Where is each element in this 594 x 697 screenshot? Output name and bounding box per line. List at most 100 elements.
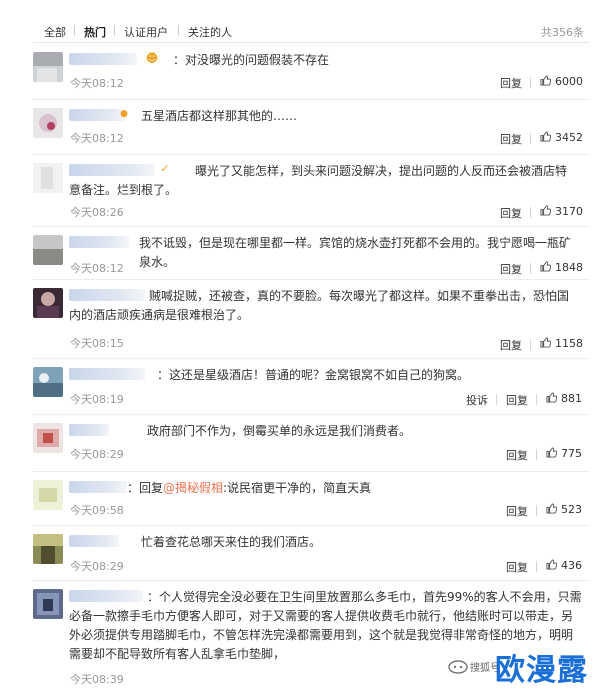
- like-count: 881: [561, 392, 582, 405]
- comment-text: ：回复@揭秘假相:说民宿更干净的，简直天真: [127, 479, 576, 498]
- action-divider: [530, 207, 531, 218]
- action-divider: [536, 394, 537, 405]
- action-divider: [536, 505, 537, 516]
- comment-time: 今天08:12: [70, 132, 124, 145]
- like-button[interactable]: 1158: [540, 337, 583, 350]
- comment-time: 今天08:19: [70, 393, 124, 406]
- username[interactable]: [69, 424, 109, 436]
- avatar[interactable]: [33, 163, 63, 193]
- comment-item: ：这还是星级酒店！普通的呢？金窝银窝不如自己的狗窝。 今天08:19 投诉 回复…: [33, 359, 590, 415]
- avatar[interactable]: [33, 367, 63, 397]
- report-button[interactable]: 投诉: [466, 392, 488, 408]
- like-count: 436: [561, 559, 582, 572]
- thumbs-up-icon: [540, 75, 551, 86]
- comment-time: 今天08:15: [70, 337, 124, 350]
- comment-item: 政府部门不作为，倒霉买单的永远是我们消费者。 今天08:29 回复 775: [33, 415, 590, 472]
- comment-text: 曝光了又能怎样，到头来问题没解决，提出问题的人反而还会被酒店特意备注。烂到根了。: [69, 164, 568, 197]
- reply-button[interactable]: 回复: [500, 205, 522, 221]
- comment-time: 今天08:26: [70, 206, 124, 219]
- tab-hot[interactable]: 热门: [84, 24, 106, 40]
- thumbs-up-icon: [540, 131, 551, 142]
- comment-time: 今天08:29: [70, 560, 124, 573]
- comment-filter-tabs: 全部 热门 认证用户 关注的人 共356条: [0, 0, 594, 44]
- thumbs-up-icon: [546, 559, 557, 570]
- comment-panel: 全部 热门 认证用户 关注的人 共356条 ☻ ：对没曝光的问题假装不存在 今天…: [0, 0, 594, 697]
- username[interactable]: [69, 368, 145, 380]
- comment-text: 政府部门不作为，倒霉买单的永远是我们消费者。: [147, 424, 412, 438]
- comment-item: 贼喊捉贼，还被查，真的不要脸。每次曝光了都这样。如果不重拳出击，恐怕国内的酒店顽…: [33, 280, 590, 359]
- sohu-logo-icon: [448, 660, 468, 674]
- tab-divider: [74, 25, 75, 36]
- reply-button[interactable]: 回复: [506, 559, 528, 575]
- like-button[interactable]: 775: [546, 447, 582, 460]
- like-count: 3170: [555, 205, 583, 218]
- reply-button[interactable]: 回复: [500, 75, 522, 91]
- username[interactable]: [69, 53, 137, 65]
- username[interactable]: [69, 535, 119, 547]
- like-button[interactable]: 881: [546, 392, 582, 405]
- reply-button[interactable]: 回复: [506, 392, 528, 408]
- action-divider: [530, 263, 531, 274]
- like-button[interactable]: 6000: [540, 75, 583, 88]
- comment-time: 今天08:39: [70, 673, 124, 686]
- comment-count: 共356条: [541, 26, 584, 39]
- like-button[interactable]: 3170: [540, 205, 583, 218]
- tab-verified-users[interactable]: 认证用户: [124, 24, 168, 40]
- action-divider: [536, 449, 537, 460]
- action-divider: [530, 133, 531, 144]
- tab-all[interactable]: 全部: [44, 24, 66, 40]
- thumbs-up-icon: [540, 205, 551, 216]
- comment-text: ：对没曝光的问题假装不存在: [173, 53, 330, 67]
- reply-button[interactable]: 回复: [500, 261, 522, 277]
- username[interactable]: [69, 481, 127, 493]
- tab-divider: [178, 25, 179, 36]
- tab-divider: [114, 25, 115, 36]
- comment-item: ：回复@揭秘假相:说民宿更干净的，简直天真 今天09:58 回复 523: [33, 472, 590, 526]
- avatar[interactable]: [33, 235, 63, 265]
- like-button[interactable]: 523: [546, 503, 582, 516]
- avatar[interactable]: [33, 589, 63, 619]
- comment-time: 今天08:12: [70, 262, 124, 275]
- watermark: 搜狐号 欧漫露: [448, 641, 588, 693]
- comment-item: 忙着查花总哪天来住的我们酒店。 今天08:29 回复 436: [33, 526, 590, 581]
- comment-time: 今天08:29: [70, 448, 124, 461]
- like-count: 1848: [555, 261, 583, 274]
- comment-item: ✓ 曝光了又能怎样，到头来问题没解决，提出问题的人反而还会被酒店特意备注。烂到根…: [33, 155, 590, 227]
- comment-text: 忙着查花总哪天来住的我们酒店。: [141, 535, 322, 549]
- reply-prefix: ：回复: [127, 481, 164, 495]
- comment-item: ● 五星酒店都这样那其他的…… 今天08:12 回复 3452: [33, 100, 590, 155]
- avatar[interactable]: [33, 288, 63, 318]
- like-count: 523: [561, 503, 582, 516]
- thumbs-up-icon: [540, 337, 551, 348]
- avatar[interactable]: [33, 480, 63, 510]
- reply-button[interactable]: 回复: [506, 447, 528, 463]
- action-divider: [530, 77, 531, 88]
- avatar[interactable]: [33, 534, 63, 564]
- tab-following[interactable]: 关注的人: [188, 24, 232, 40]
- username[interactable]: [69, 236, 129, 248]
- like-button[interactable]: 436: [546, 559, 582, 572]
- like-button[interactable]: 3452: [540, 131, 583, 144]
- thumbs-up-icon: [546, 392, 557, 403]
- comment-item: ☻ ：对没曝光的问题假装不存在 今天08:12 回复 6000: [33, 44, 590, 100]
- divider: [33, 42, 590, 43]
- avatar[interactable]: [33, 423, 63, 453]
- reply-button[interactable]: 回复: [506, 503, 528, 519]
- action-divider: [496, 394, 497, 405]
- emoji-icon: ☻: [145, 51, 159, 65]
- watermark-brand: 欧漫露: [495, 653, 588, 688]
- thumbs-up-icon: [540, 261, 551, 272]
- like-button[interactable]: 1848: [540, 261, 583, 274]
- reply-button[interactable]: 回复: [500, 337, 522, 353]
- comment-time: 今天08:12: [70, 77, 124, 90]
- avatar[interactable]: [33, 52, 63, 82]
- comment-text: 贼喊捉贼，还被查，真的不要脸。每次曝光了都这样。如果不重拳出击，恐怕国内的酒店顽…: [69, 289, 570, 322]
- comment-text: ：这还是星级酒店！普通的呢？金窝银窝不如自己的狗窝。: [157, 368, 470, 382]
- like-count: 1158: [555, 337, 583, 350]
- mention-link[interactable]: @揭秘假相: [163, 481, 223, 495]
- avatar[interactable]: [33, 108, 63, 138]
- reply-button[interactable]: 回复: [500, 131, 522, 147]
- action-divider: [536, 561, 537, 572]
- reply-body: :说民宿更干净的，简直天真: [223, 481, 372, 495]
- comment-text: 五星酒店都这样那其他的……: [141, 109, 298, 123]
